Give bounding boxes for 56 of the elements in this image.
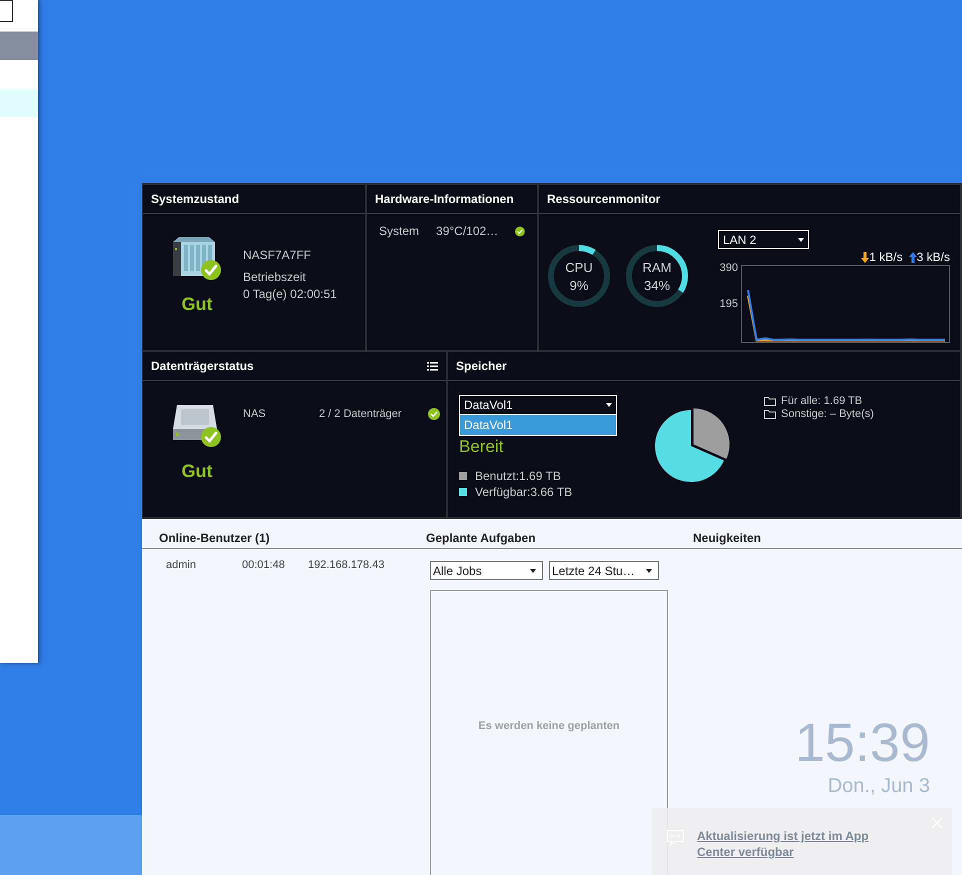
nas-device-icon	[171, 236, 223, 280]
gauge-reading: 9%	[570, 278, 588, 292]
folder-icon	[764, 396, 776, 406]
device-name: NASF7A7FF	[243, 248, 312, 262]
upload-arrow-icon	[908, 252, 917, 262]
share-usage: Für alle: 1.69 TB	[781, 395, 862, 407]
check-icon	[428, 408, 440, 420]
caret-icon	[798, 238, 804, 242]
hardware-value: 39°C/102…	[436, 224, 498, 238]
upload-rate: 3 kB/s	[916, 250, 950, 264]
check-icon	[515, 224, 525, 238]
panel-title: Ressourcenmonitor	[547, 192, 660, 206]
panel-title: Speicher	[456, 359, 507, 373]
section-title: Geplante Aufgaben	[426, 531, 536, 545]
gauge-reading: 34%	[644, 278, 670, 292]
panel-title: Hardware-Informationen	[375, 192, 514, 206]
list-icon[interactable]	[427, 362, 438, 370]
gauge-label: CPU	[565, 260, 593, 274]
background-header-bar	[0, 31, 38, 60]
download-arrow-icon	[861, 252, 870, 262]
folder-icon	[764, 410, 776, 418]
filter-select[interactable]: Alle Jobs	[430, 561, 543, 580]
disk-health-status: Gut	[182, 461, 212, 482]
uptime-value: 0 Tag(e) 02:00:51	[243, 287, 337, 301]
interface-select[interactable]: LAN 2	[718, 230, 809, 249]
axis-tick-label: 195	[720, 298, 738, 310]
uptime-label: Betriebszeit	[243, 270, 307, 284]
volume-status: Bereit	[459, 437, 504, 457]
volume-name: NAS	[243, 408, 267, 420]
clock-date: Don., Jun 3	[828, 775, 930, 798]
user-name: admin	[166, 559, 197, 571]
clock-time: 15:39	[794, 713, 930, 773]
health-status: Gut	[182, 294, 212, 315]
session-time: 00:01:48	[242, 559, 286, 571]
disk-count: 2 / 2 Datenträger	[319, 408, 403, 420]
section-title: Online-Benutzer (1)	[159, 531, 270, 545]
gauge-label: RAM	[642, 260, 672, 274]
message-icon	[667, 830, 684, 846]
legend-label: Benutzt:1.69 TB	[475, 469, 561, 483]
filter-select[interactable]: Letzte 24 Stu…	[549, 561, 659, 580]
volume-select[interactable]: DataVol1	[459, 395, 617, 415]
background-highlighted-row	[0, 89, 38, 117]
panel-title: Systemzustand	[151, 192, 240, 206]
axis-tick-label: 390	[720, 262, 738, 274]
panel-title: Datenträgerstatus	[151, 359, 254, 373]
ip-address: 192.168.178.43	[308, 559, 384, 571]
caret-icon	[530, 568, 536, 572]
caret-icon	[606, 403, 612, 407]
empty-message: Es werden keine geplanten	[478, 720, 620, 732]
caret-icon	[646, 568, 652, 572]
download-rate: 1 kB/s	[869, 250, 903, 264]
share-usage: Sonstige: – Byte(s)	[781, 408, 874, 420]
section-title: Neuigkeiten	[693, 531, 762, 545]
hard-drive-icon	[171, 403, 223, 447]
hardware-label: System	[379, 224, 420, 238]
legend-label: Verfügbar:3.66 TB	[475, 485, 572, 499]
